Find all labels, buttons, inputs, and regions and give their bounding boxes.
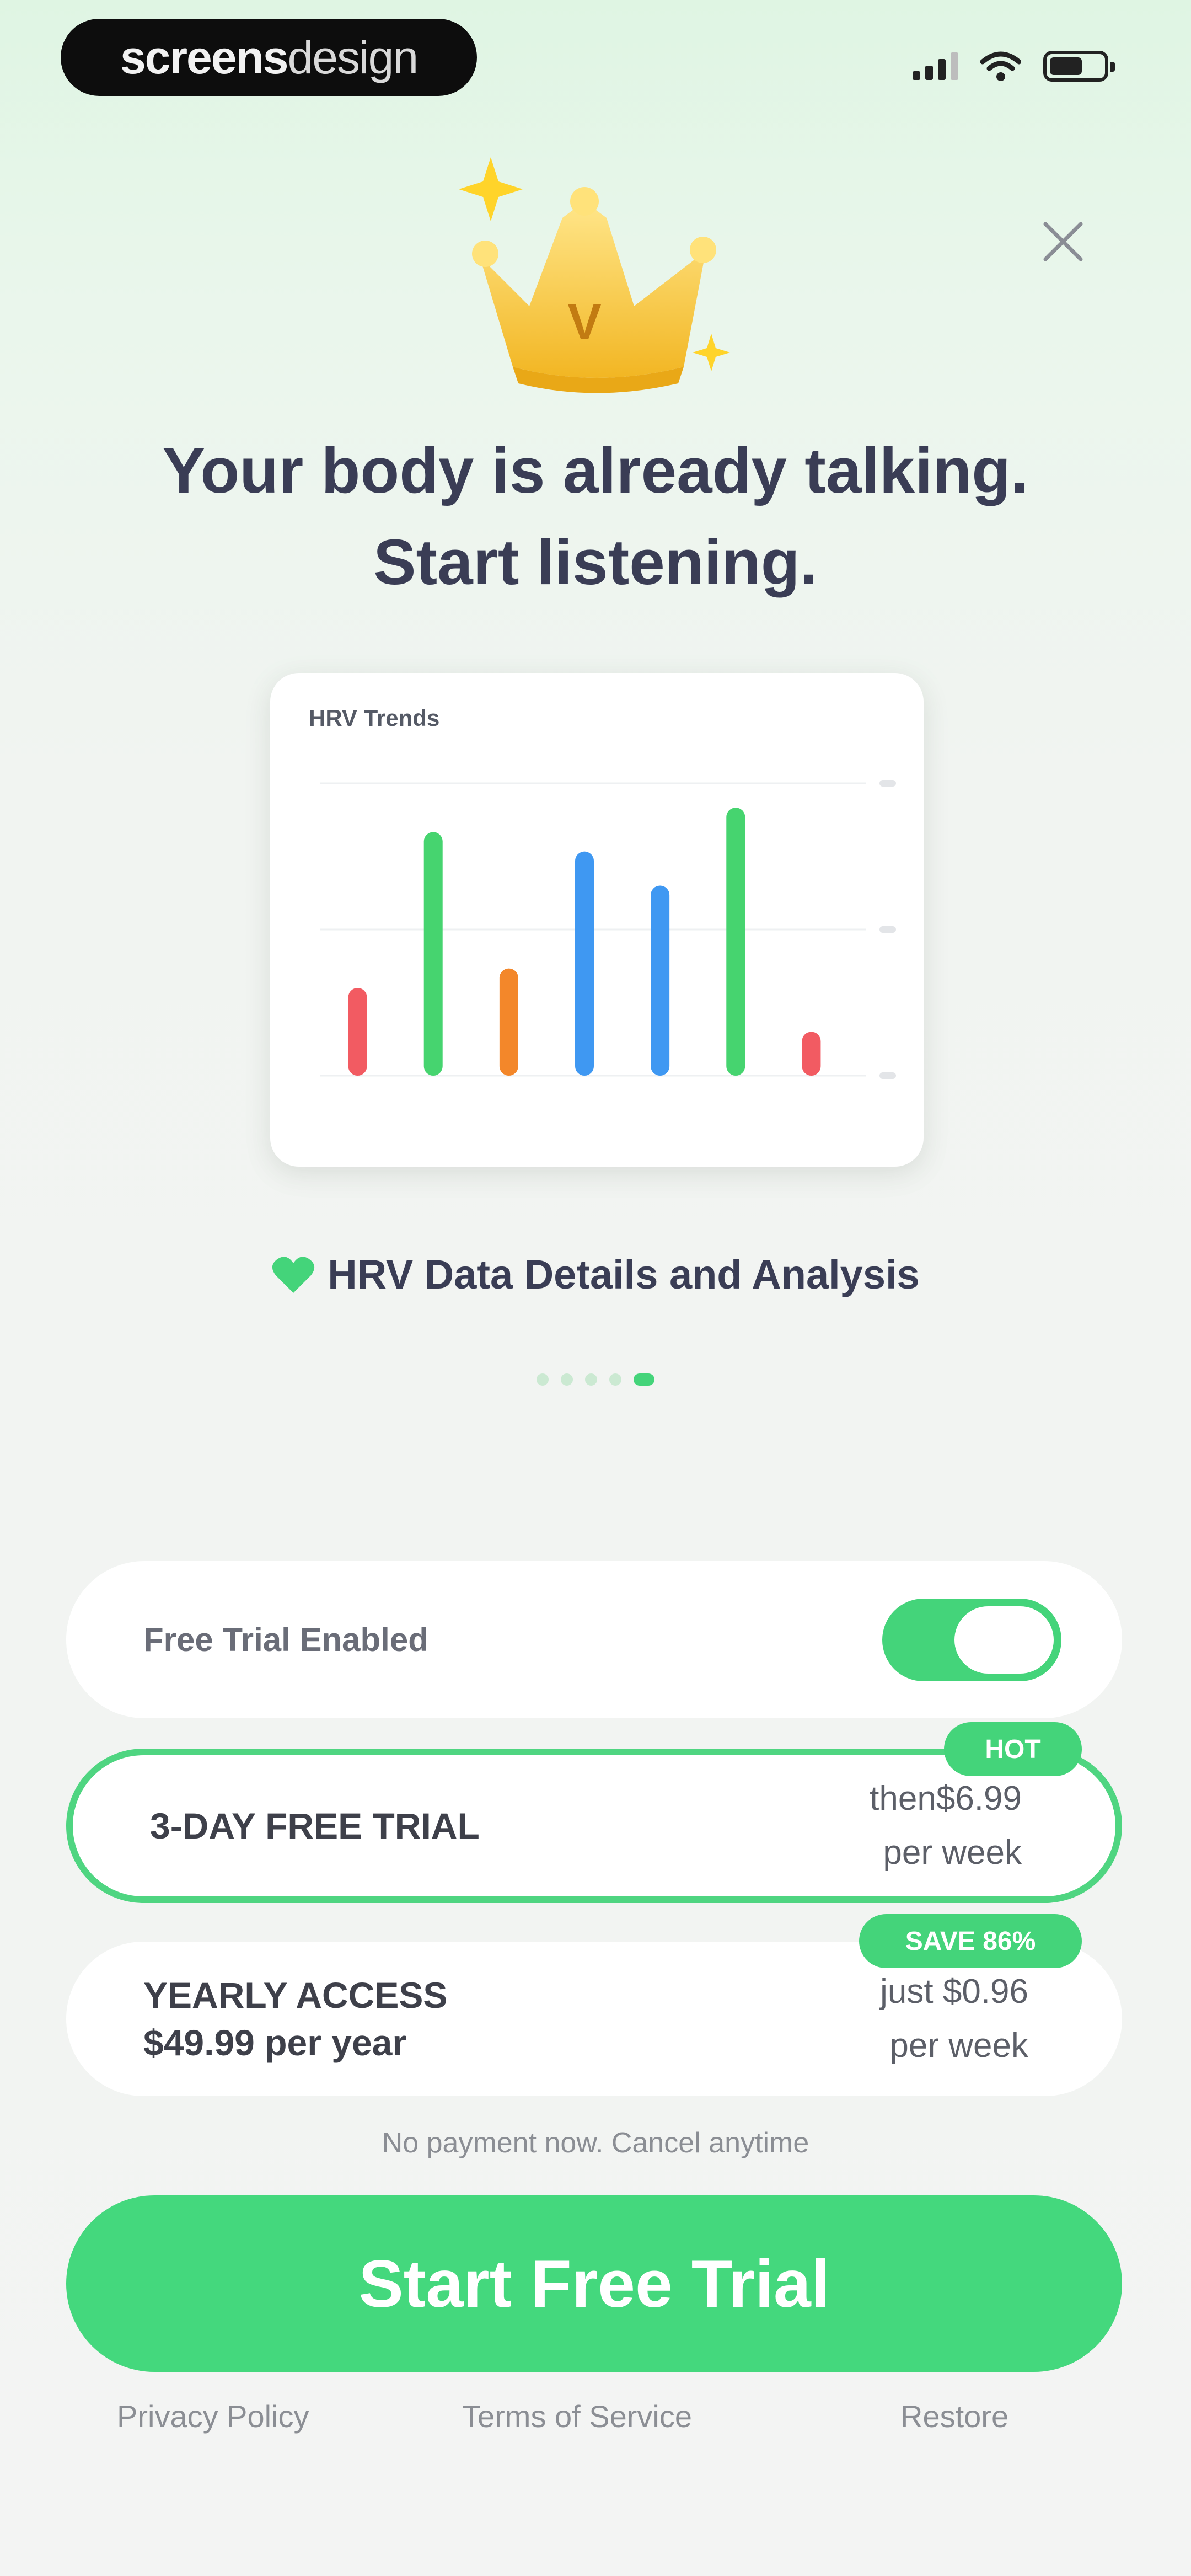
hrv-bar-chart (320, 780, 896, 1079)
screensdesign-watermark: screens design (61, 19, 477, 96)
plan-name-line-2: $49.99 per year (143, 2022, 407, 2063)
hot-badge: HOT (944, 1722, 1082, 1776)
brand-text-light: design (287, 31, 419, 83)
payment-note: No payment now. Cancel anytime (382, 2127, 809, 2159)
chart-bar (575, 851, 594, 1076)
plan-name: 3-DAY FREE TRIAL (150, 1802, 480, 1850)
chart-tick-mark (879, 1072, 896, 1079)
headline-line-1: Your body is already talking. (162, 435, 1029, 506)
plan-price-line-1: just $0.96 (880, 1973, 1028, 2011)
svg-text:V: V (567, 294, 601, 350)
save-badge: SAVE 86% (859, 1914, 1082, 1968)
pagination-dot[interactable] (537, 1373, 549, 1386)
plan-price-line-2: per week (889, 2027, 1028, 2065)
heart-icon (272, 1256, 315, 1293)
pagination-dot[interactable] (634, 1373, 654, 1386)
plan-price: then$6.99 per week (870, 1772, 1022, 1880)
wifi-icon (980, 51, 1021, 81)
hrv-chart-card: HRV Trends (270, 673, 924, 1167)
pagination-dot[interactable] (585, 1373, 597, 1386)
carousel-pagination[interactable] (0, 1373, 1191, 1386)
feature-caption: HRV Data Details and Analysis (0, 1251, 1191, 1298)
chart-bar (802, 1032, 821, 1076)
chart-bar (423, 832, 443, 1076)
status-icons (913, 51, 1115, 82)
plan-price-line-1: then$6.99 (870, 1779, 1022, 1818)
toggle-knob (954, 1606, 1054, 1674)
free-trial-label: Free Trial Enabled (143, 1621, 428, 1658)
plan-price: just $0.96 per week (880, 1965, 1028, 2073)
plan-price-line-2: per week (883, 1834, 1022, 1872)
chart-tick-mark (879, 780, 896, 787)
start-free-trial-button[interactable]: Start Free Trial (66, 2195, 1122, 2372)
chart-bar (499, 968, 518, 1076)
chart-tick-mark (879, 926, 896, 933)
restore-link[interactable]: Restore (900, 2398, 1008, 2434)
chart-bar (348, 988, 367, 1076)
brand-text-bold: screens (120, 31, 289, 83)
privacy-policy-link[interactable]: Privacy Policy (117, 2398, 309, 2434)
headline-line-2: Start listening. (373, 526, 818, 598)
free-trial-toggle[interactable] (882, 1598, 1061, 1681)
crown-illustration: V (452, 157, 739, 394)
plan-name-line-1: YEARLY ACCESS (143, 1975, 448, 2016)
feature-label: HRV Data Details and Analysis (328, 1252, 920, 1297)
close-button[interactable] (1037, 215, 1090, 268)
cellular-signal-icon (913, 52, 958, 80)
terms-of-service-link[interactable]: Terms of Service (462, 2398, 692, 2434)
battery-icon (1043, 51, 1115, 82)
close-icon (1043, 222, 1083, 261)
free-trial-toggle-row: Free Trial Enabled (66, 1561, 1122, 1718)
plan-name-line-1: 3-DAY FREE TRIAL (150, 1805, 480, 1846)
pagination-dot[interactable] (609, 1373, 621, 1386)
pagination-dot[interactable] (561, 1373, 573, 1386)
chart-bar (726, 808, 745, 1076)
chart-bar (651, 885, 670, 1076)
plan-name: YEARLY ACCESS $49.99 per year (143, 1971, 447, 2066)
crown-icon: V (459, 157, 730, 393)
headline: Your body is already talking. Start list… (0, 425, 1191, 608)
